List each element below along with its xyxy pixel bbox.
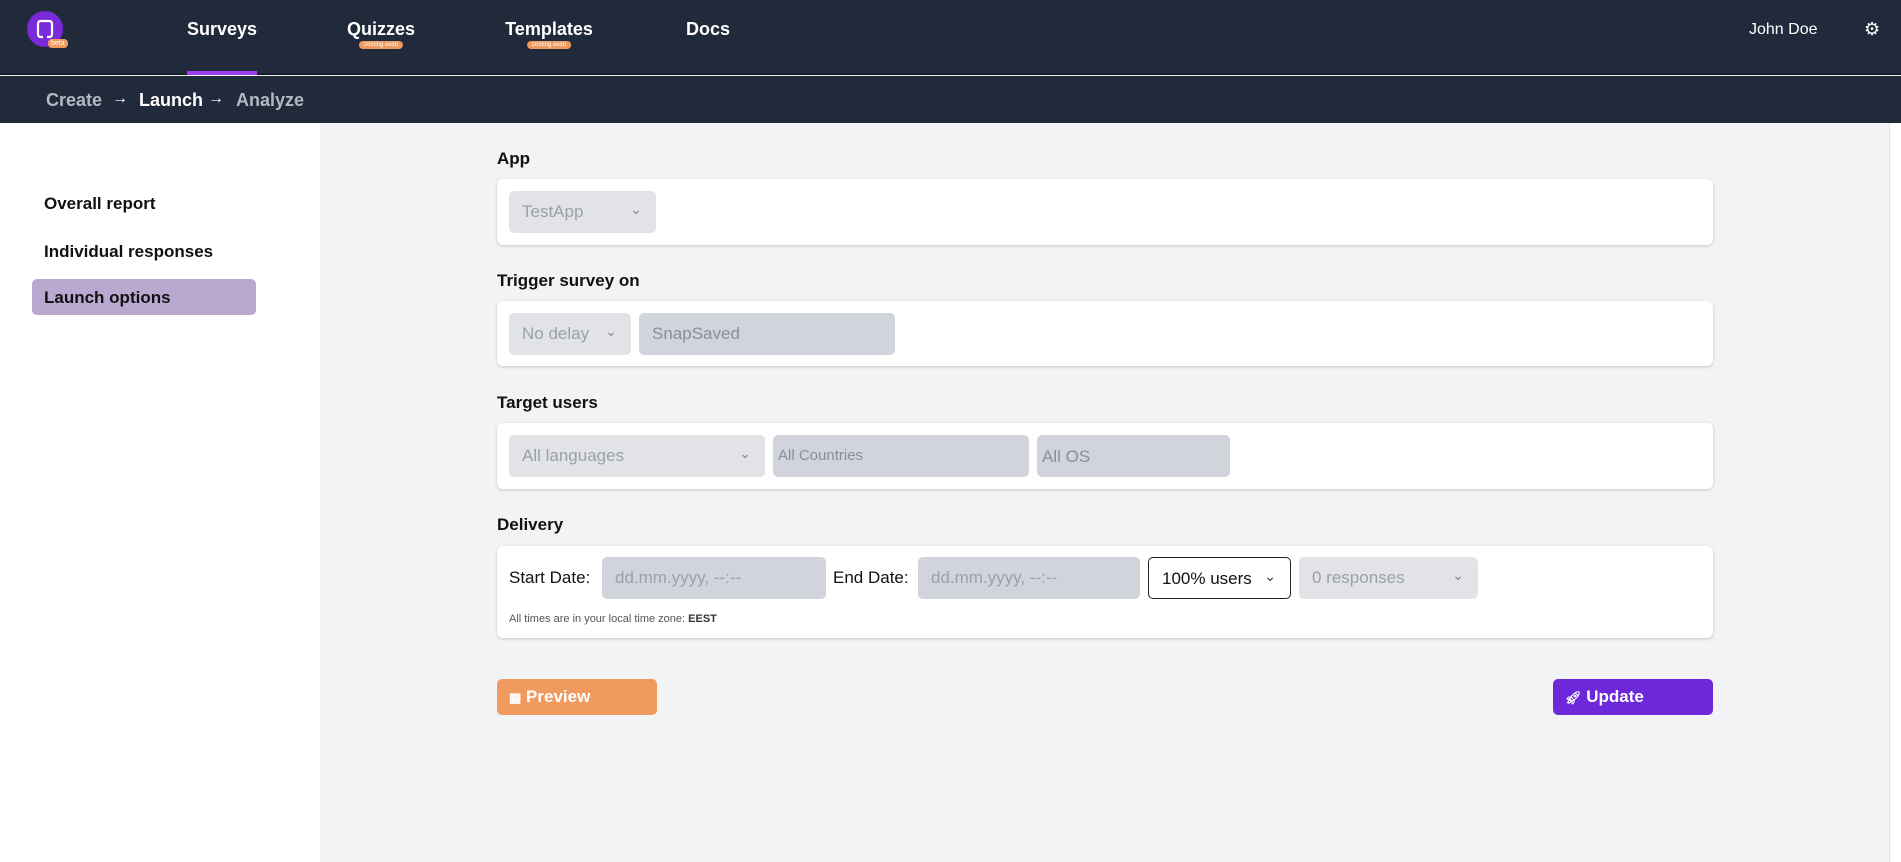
trigger-card: No delay ⌄ SnapSaved	[497, 301, 1713, 366]
select-value: TestApp	[522, 202, 584, 221]
end-date-label: End Date:	[833, 568, 909, 587]
coming-soon-badge: coming soon	[526, 41, 572, 49]
nav-label: Templates	[505, 19, 593, 39]
button-label: Preview	[526, 687, 591, 706]
crumb-analyze[interactable]: Analyze	[236, 90, 304, 111]
rocket-icon: 🚀︎	[1565, 690, 1582, 705]
nav-label: Quizzes	[346, 19, 416, 39]
arrow-right-icon: →	[208, 90, 224, 107]
os-select[interactable]: All OS	[1037, 435, 1230, 477]
start-date-label: Start Date:	[509, 568, 591, 587]
nav-surveys[interactable]: Surveys	[187, 19, 257, 40]
sidebar-item-individual-responses[interactable]: Individual responses	[32, 233, 256, 269]
app-label: App	[497, 149, 531, 168]
crumb-launch[interactable]: Launch	[139, 90, 203, 111]
app-select[interactable]: TestApp ⌄	[509, 191, 656, 233]
scrollbar[interactable]	[1889, 123, 1901, 862]
qr-code-icon: ▦	[509, 690, 522, 705]
nav-label: Docs	[685, 19, 731, 39]
preview-button[interactable]: ▦ Preview	[497, 679, 657, 715]
chevron-down-icon: ⌄	[739, 445, 751, 461]
sidebar: Overall report Individual responses Laun…	[0, 123, 320, 862]
target-label: Target users	[497, 393, 598, 412]
delivery-card: Start Date: dd.mm.yyyy, --:-- End Date: …	[497, 546, 1713, 638]
refresh-icon	[36, 19, 54, 39]
chevron-down-icon: ⌄	[605, 323, 617, 339]
event-input[interactable]: SnapSaved	[639, 313, 895, 355]
countries-select[interactable]: All Countries	[773, 435, 1029, 477]
coming-soon-badge: coming soon	[358, 41, 404, 49]
update-button[interactable]: 🚀︎ Update	[1553, 679, 1713, 715]
trigger-label: Trigger survey on	[497, 271, 640, 290]
arrow-right-icon: →	[112, 90, 128, 107]
chevron-down-icon: ⌄	[630, 201, 642, 217]
top-nav: beta Surveys Quizzes coming soon Template…	[0, 0, 1901, 75]
languages-select[interactable]: All languages ⌄	[509, 435, 765, 477]
sidebar-item-launch-options[interactable]: Launch options	[32, 279, 256, 315]
user-name[interactable]: John Doe	[1749, 21, 1818, 39]
sidebar-item-overall-report[interactable]: Overall report	[32, 185, 256, 221]
nav-quizzes[interactable]: Quizzes coming soon	[346, 19, 416, 49]
timezone: EEST	[688, 613, 717, 625]
nav-docs[interactable]: Docs	[686, 19, 730, 40]
select-value: All languages	[522, 446, 625, 465]
nav-templates[interactable]: Templates coming soon	[505, 19, 593, 49]
target-card: All languages ⌄ All Countries All OS	[497, 423, 1713, 489]
select-value: 100% users	[1162, 569, 1252, 588]
button-label: Update	[1586, 687, 1644, 706]
delivery-label: Delivery	[497, 515, 564, 534]
crumb-create[interactable]: Create	[46, 90, 102, 111]
select-value: No delay	[522, 324, 590, 343]
delay-select[interactable]: No delay ⌄	[509, 313, 631, 355]
timezone-note: All times are in your local time zone: E…	[509, 613, 717, 625]
responses-select[interactable]: 0 responses ⌄	[1299, 557, 1478, 599]
note-text: All times are in your local time zone:	[509, 613, 686, 625]
breadcrumb: Create → Launch → Analyze	[0, 76, 1901, 123]
chevron-down-icon: ⌄	[1452, 567, 1464, 583]
start-date-input[interactable]: dd.mm.yyyy, --:--	[602, 557, 826, 599]
select-value: 0 responses	[1312, 568, 1405, 587]
chevron-down-icon: ⌄	[1264, 568, 1276, 584]
users-select[interactable]: 100% users ⌄	[1148, 557, 1291, 599]
beta-badge: beta	[48, 39, 68, 48]
app-card: TestApp ⌄	[497, 179, 1713, 245]
nav-label: Surveys	[186, 19, 258, 39]
active-tab-indicator	[187, 71, 257, 75]
gear-icon[interactable]: ⚙	[1864, 19, 1880, 40]
end-date-input[interactable]: dd.mm.yyyy, --:--	[918, 557, 1140, 599]
